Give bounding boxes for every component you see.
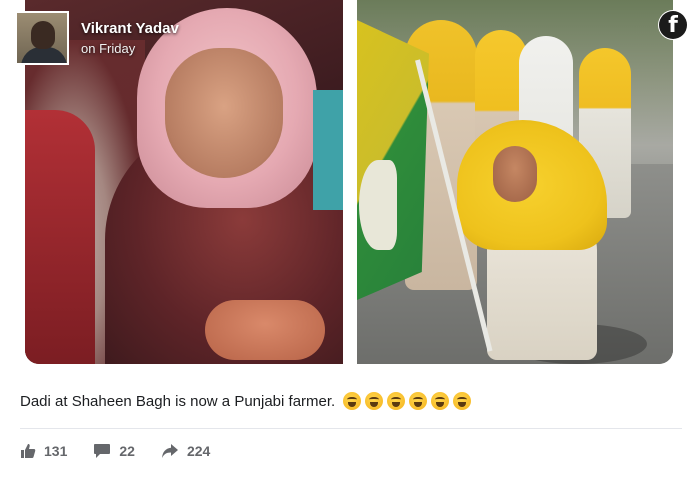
action-divider	[20, 428, 682, 429]
avatar-shoulders	[21, 47, 67, 63]
header-text: Vikrant Yadav on Friday	[81, 20, 179, 56]
post-caption: Dadi at Shaheen Bagh is now a Punjabi fa…	[20, 392, 475, 410]
avatar[interactable]	[15, 11, 69, 65]
share-count: 224	[186, 443, 211, 459]
author-name[interactable]: Vikrant Yadav	[81, 20, 179, 37]
comment-count: 22	[119, 443, 135, 459]
share-button[interactable]: 224	[161, 443, 210, 459]
post-actions: 131 22 224	[20, 443, 236, 459]
laughing-face-icon	[409, 392, 428, 410]
facebook-logo-icon: f	[658, 10, 688, 40]
main-woman-face	[493, 146, 537, 202]
post-header: Vikrant Yadav on Friday	[15, 10, 179, 66]
comment-button[interactable]: 22	[93, 443, 135, 459]
laughing-face-icon	[387, 392, 406, 410]
left-photo-face	[165, 48, 283, 178]
caption-text: Dadi at Shaheen Bagh is now a Punjabi fa…	[20, 392, 336, 410]
caption-emojis	[343, 392, 475, 410]
facebook-logo-letter: f	[668, 13, 678, 38]
flag-emblem	[359, 160, 397, 250]
crying-face-icon	[365, 392, 384, 410]
post-timestamp[interactable]: on Friday	[81, 41, 179, 56]
left-photo-teal-cloth	[313, 90, 343, 210]
rolling-laughing-face-icon	[453, 392, 472, 410]
facebook-logo-circle: f	[659, 11, 687, 39]
right-photo[interactable]	[357, 0, 673, 364]
comment-icon	[94, 444, 111, 458]
like-button[interactable]: 131	[20, 443, 67, 459]
rolling-laughing-face-icon	[431, 392, 450, 410]
avatar-head	[31, 21, 55, 49]
left-photo-red-fabric	[25, 110, 95, 364]
like-count: 131	[44, 443, 68, 459]
crying-face-icon	[343, 392, 362, 410]
share-arrow-icon	[161, 444, 178, 458]
thumbs-up-icon	[21, 444, 36, 458]
left-photo-hand	[205, 300, 325, 360]
